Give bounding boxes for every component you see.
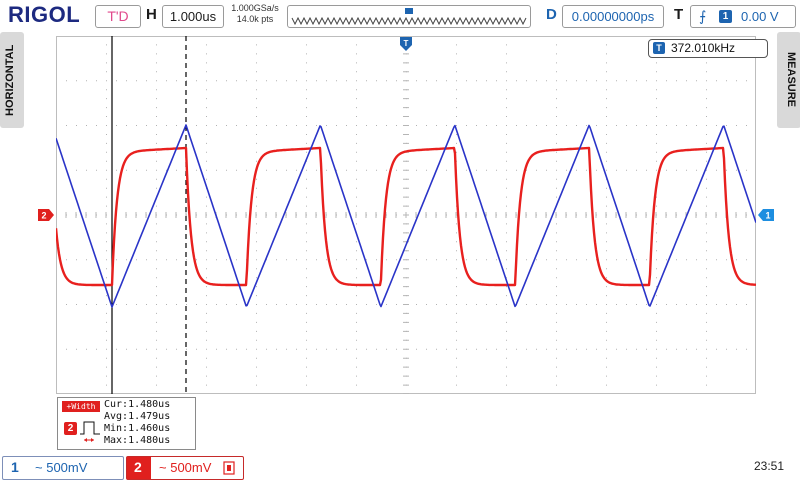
horizontal-menu-label: HORIZONTAL	[4, 44, 16, 116]
clock: 23:51	[754, 459, 785, 473]
stat-maximum: Max:1.480us	[104, 435, 171, 446]
delay-label: D	[546, 6, 557, 23]
channel-1-setting[interactable]: 1 ~ 500mV	[2, 456, 124, 480]
run-state-badge[interactable]: T'D	[95, 5, 141, 28]
positive-width-icon	[80, 421, 100, 442]
top-status-bar: RIGOL T'D H 1.000us 1.000GSa/s 14.0k pts…	[0, 0, 800, 32]
measurement-statistics[interactable]: +Width 2 Cur:1.480us Avg:1.479us Min:1.4…	[57, 397, 196, 450]
trigger-channel-badge: 1	[719, 10, 732, 23]
trigger-level: 0.00 V	[741, 9, 779, 24]
channel-2-scale: ~ 500mV	[159, 460, 212, 475]
frequency-value: 372.010kHz	[671, 41, 736, 55]
measure-menu-tab[interactable]: MEASURE	[777, 32, 800, 128]
horizontal-menu-tab[interactable]: HORIZONTAL	[0, 32, 24, 128]
memory-overview[interactable]	[287, 5, 531, 28]
channel-1-scale: ~ 500mV	[35, 460, 88, 475]
svg-text:T: T	[404, 39, 409, 48]
stat-current: Cur:1.480us	[104, 399, 171, 410]
trigger-label: T	[674, 6, 684, 23]
svg-text:2: 2	[41, 211, 46, 221]
trigger-position-icon	[405, 8, 413, 14]
ch2-ground-marker[interactable]: 2	[38, 209, 54, 221]
memory-waveform-overview	[291, 8, 527, 26]
trigger-badge: T	[653, 42, 665, 54]
timebase-value[interactable]: 1.000us	[162, 5, 224, 28]
sample-rate: 1.000GSa/s	[231, 3, 279, 13]
scope-screen	[56, 36, 756, 394]
rising-edge-icon: ⨍	[699, 8, 707, 24]
delay-value[interactable]: 0.00000000ps	[562, 5, 664, 28]
svg-text:1: 1	[765, 211, 770, 221]
channel-2-number: 2	[134, 459, 142, 475]
memory-depth: 14.0k pts	[236, 14, 274, 24]
measure-menu-label: MEASURE	[785, 52, 797, 108]
stat-channel-badge: 2	[64, 422, 77, 435]
graticule	[56, 36, 756, 394]
rigol-logo: RIGOL	[8, 2, 81, 27]
channel-1-number: 1	[11, 459, 19, 475]
stat-label: +Width	[62, 401, 100, 412]
horizontal-label: H	[146, 6, 157, 23]
trigger-level-marker[interactable]: 1	[758, 209, 774, 221]
trigger-setting[interactable]: ⨍ 1 0.00 V	[690, 5, 796, 28]
channel-2-setting[interactable]: 2 ~ 500mV	[126, 456, 244, 480]
frequency-measurement-box[interactable]: T 372.010kHz	[648, 39, 768, 58]
trigger-position-marker[interactable]: T	[399, 36, 413, 52]
bandwidth-limit-icon	[223, 461, 235, 475]
waveform-display[interactable]	[56, 36, 756, 394]
stat-minimum: Min:1.460us	[104, 423, 171, 434]
acquisition-info: 1.000GSa/s 14.0k pts	[228, 3, 282, 25]
stat-average: Avg:1.479us	[104, 411, 171, 422]
